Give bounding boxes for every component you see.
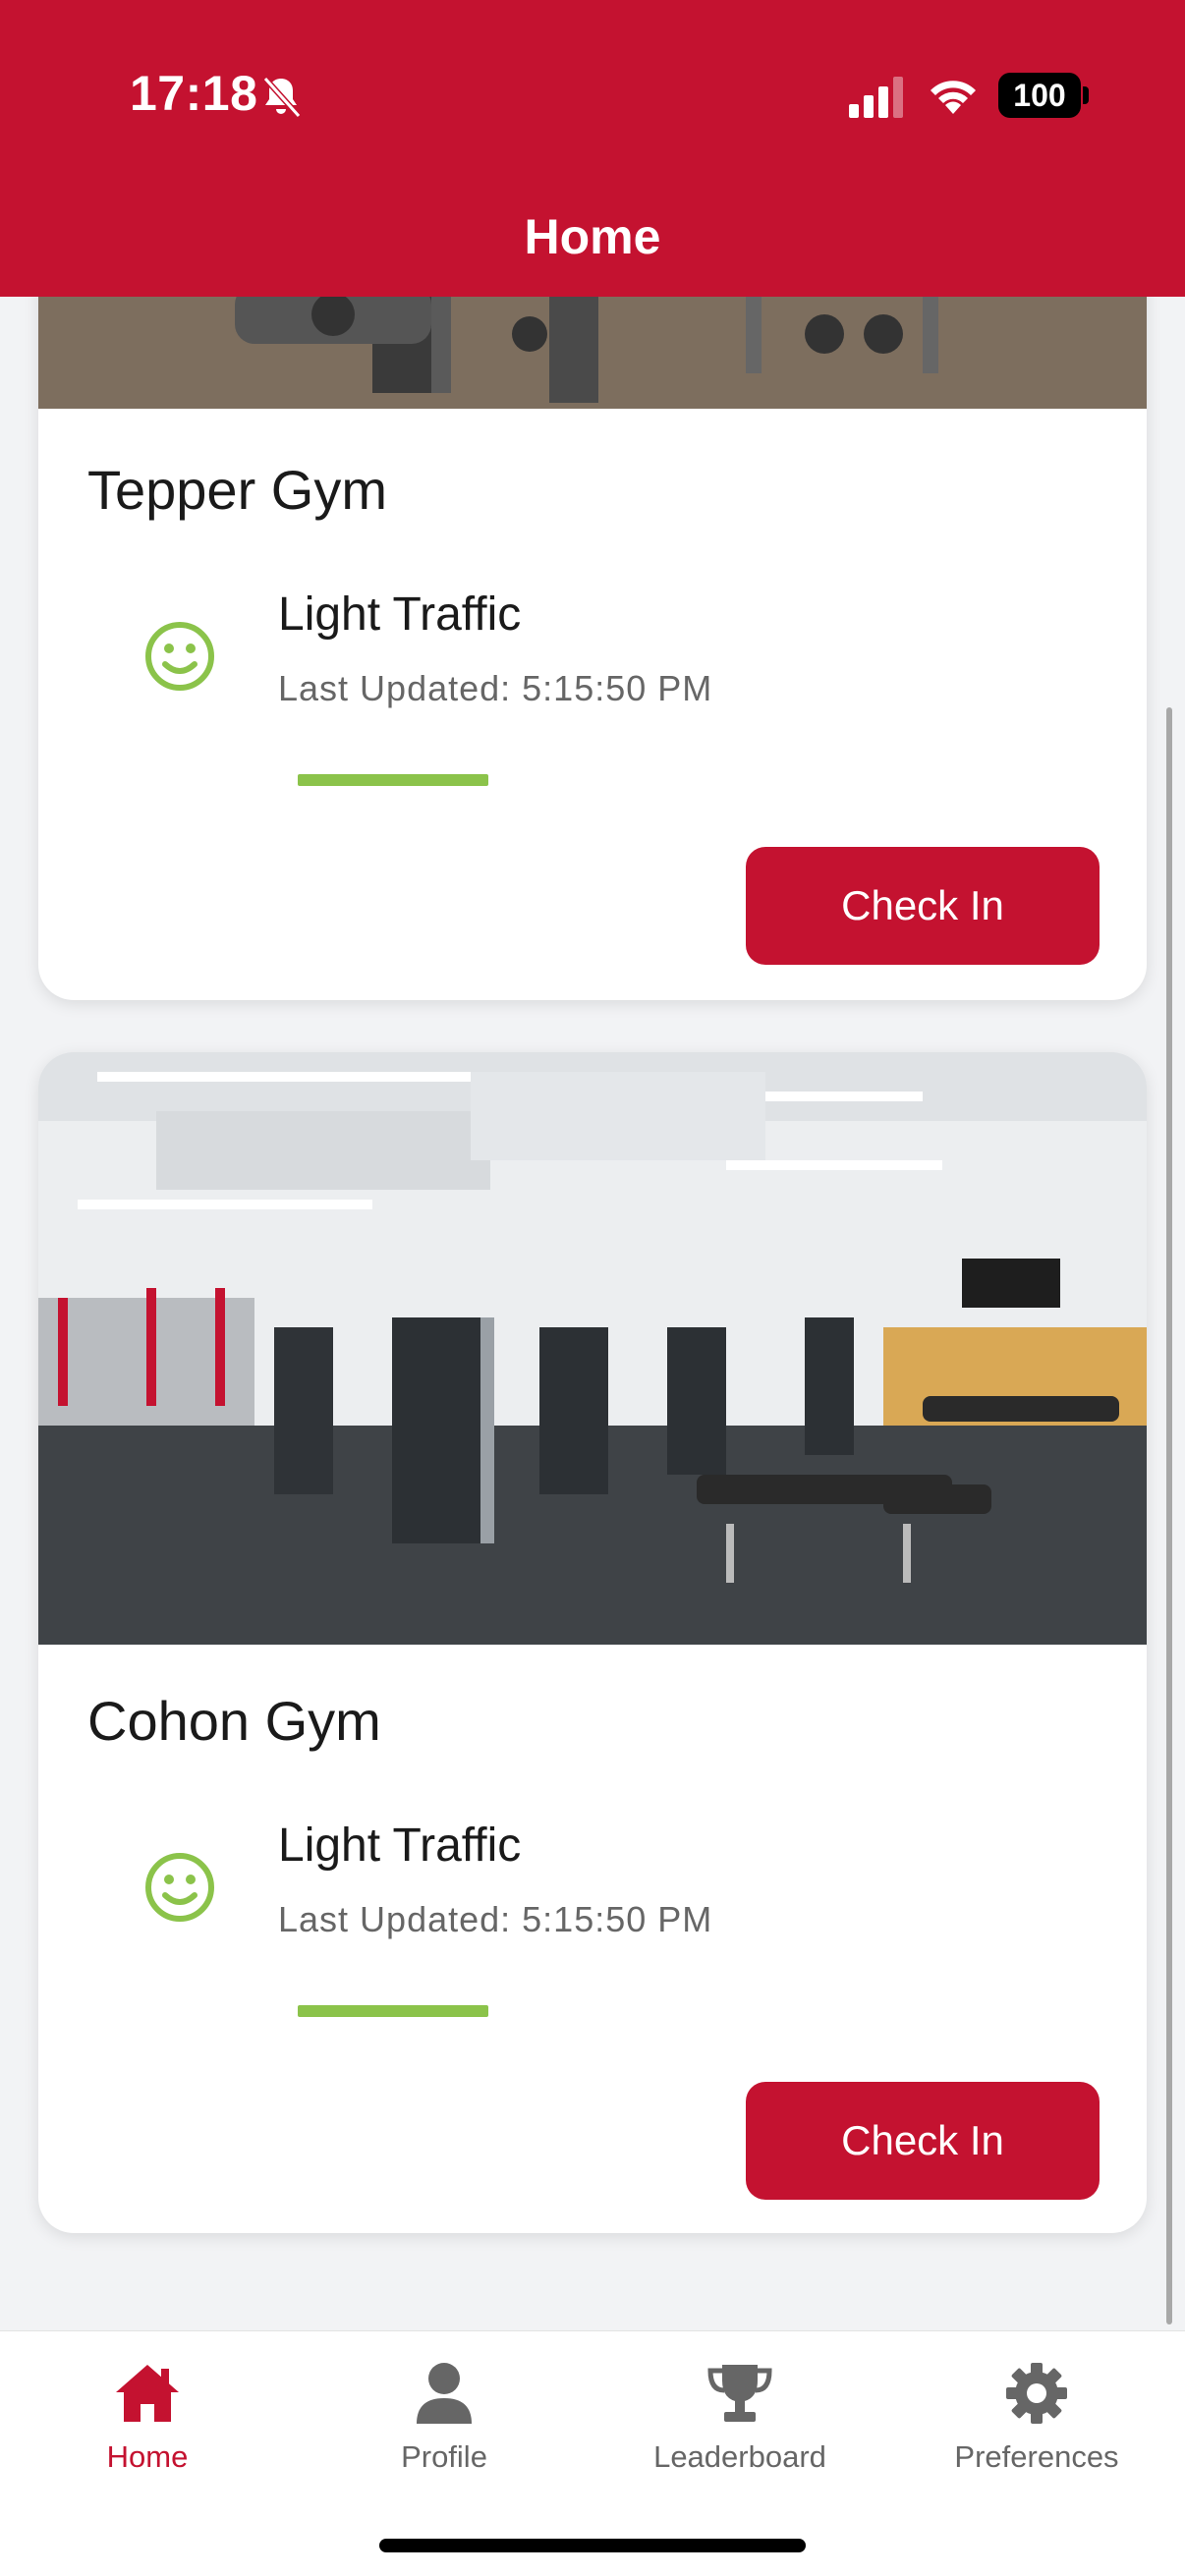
last-updated: Last Updated: 5:15:50 PM xyxy=(278,668,713,708)
scrollbar[interactable] xyxy=(1166,707,1172,2324)
nav-item-preferences[interactable]: Preferences xyxy=(889,2361,1184,2489)
home-indicator xyxy=(379,2539,806,2552)
person-icon xyxy=(417,2363,472,2424)
smile-icon xyxy=(145,1853,214,1922)
smile-icon xyxy=(145,622,214,691)
traffic-bar xyxy=(298,2005,490,2017)
nav-item-home[interactable]: Home xyxy=(0,2361,295,2489)
page-title: Home xyxy=(524,209,661,264)
last-updated: Last Updated: 5:15:50 PM xyxy=(278,1899,713,1939)
traffic-bar-fill xyxy=(298,2005,489,2017)
cellular-signal-icon xyxy=(849,77,903,118)
gym-photo xyxy=(38,1052,1147,1645)
status-time: 17:18 xyxy=(130,66,258,121)
check-in-button[interactable]: Check In xyxy=(746,847,1100,965)
gear-icon xyxy=(1006,2363,1067,2424)
traffic-label: Light Traffic xyxy=(278,588,522,641)
nav-label: Profile xyxy=(401,2439,487,2474)
gym-name: Tepper Gym xyxy=(87,459,387,521)
trophy-icon xyxy=(707,2365,772,2422)
nav-label: Leaderboard xyxy=(653,2439,826,2474)
app-header: 17:18 100 Home xyxy=(0,0,1185,297)
traffic-status: Light Traffic Last Updated: 5:15:50 PM xyxy=(144,588,1029,725)
traffic-status: Light Traffic Last Updated: 5:15:50 PM xyxy=(144,1819,1029,1956)
gym-card-cohon: Cohon Gym Light Traffic Last Updated: 5:… xyxy=(38,1052,1147,2233)
bell-slash-icon xyxy=(262,76,302,119)
check-in-button[interactable]: Check In xyxy=(746,2082,1100,2200)
home-icon xyxy=(116,2365,179,2422)
traffic-bar-fill xyxy=(298,774,489,786)
nav-item-profile[interactable]: Profile xyxy=(297,2361,592,2489)
nav-label: Preferences xyxy=(954,2439,1119,2474)
traffic-label: Light Traffic xyxy=(278,1820,522,1872)
traffic-bar xyxy=(298,774,490,786)
app-screen: 17:18 100 Home Tepper Gym Light Traffic … xyxy=(0,0,1185,2576)
nav-item-leaderboard[interactable]: Leaderboard xyxy=(592,2361,887,2489)
nav-label: Home xyxy=(106,2439,189,2474)
battery-tip xyxy=(1083,86,1089,104)
gym-name: Cohon Gym xyxy=(87,1690,381,1752)
battery-icon: 100 xyxy=(998,73,1081,118)
wifi-icon xyxy=(931,81,976,114)
